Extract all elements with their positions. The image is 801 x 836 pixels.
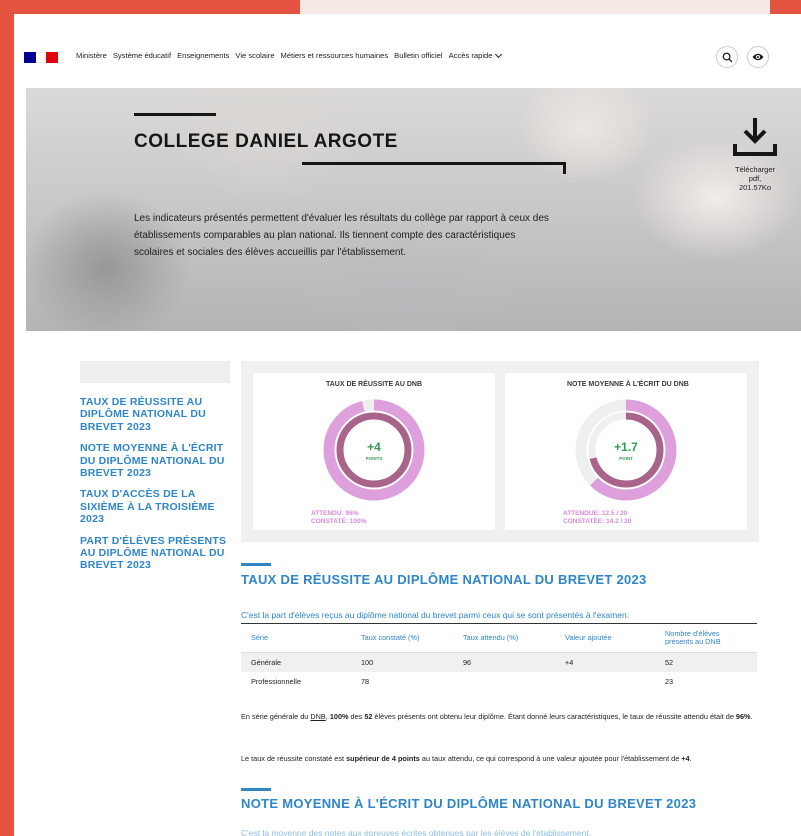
card-expected: ATTENDUE: 12.5 / 20 xyxy=(563,510,628,517)
section-accent-bar xyxy=(241,788,271,791)
table-header: Taux attendu (%) xyxy=(453,623,555,653)
table-header: Série xyxy=(241,623,351,653)
table-row: Générale 100 96 +4 52 xyxy=(241,652,757,672)
sidebar-nav: TAUX DE RÉUSSITE AU DIPLÔME NATIONAL DU … xyxy=(80,396,230,581)
card-title: TAUX DE RÉUSSITE AU DNB xyxy=(325,381,423,388)
table-row: Professionnelle 78 23 xyxy=(241,671,757,691)
table-cell xyxy=(453,672,555,691)
table-cell: 100 xyxy=(361,657,374,667)
menu-item-acces-rapide-label: Accès rapide xyxy=(448,51,493,60)
card-unit: POINTS xyxy=(366,456,383,461)
table-header: Nombre d'élèves présents au DNB xyxy=(655,623,757,653)
top-navigation: Ministère Système éducatif Enseignements… xyxy=(14,14,801,88)
display-settings-button[interactable] xyxy=(747,46,769,68)
card-observed: CONSTATÉ: 100% xyxy=(311,517,367,525)
donut-chart: +4 POINTS xyxy=(323,399,425,501)
frame-left-inner xyxy=(14,88,26,836)
sidebar-header xyxy=(80,361,230,383)
card-footer: ATTENDU: 96% CONSTATÉ: 100% xyxy=(311,510,366,525)
menu-item-vie-scolaire[interactable]: Vie scolaire xyxy=(235,51,274,60)
eye-icon xyxy=(752,53,764,61)
hero-banner: COLLEGE DANIEL ARGOTE Les indicateurs pr… xyxy=(26,88,801,331)
table-cell: +4 xyxy=(565,657,574,667)
hero-description: Les indicateurs présentés permettent d'é… xyxy=(134,213,549,258)
menu-item-enseignements[interactable]: Enseignements xyxy=(177,51,229,60)
section-title-taux-reussite: TAUX DE RÉUSSITE AU DIPLÔME NATIONAL DU … xyxy=(241,572,647,587)
download-size: 201.57Ko xyxy=(738,183,772,192)
frame-left xyxy=(0,14,14,836)
table-cell: Générale xyxy=(251,657,282,667)
table-header: Taux constaté (%) xyxy=(351,623,453,653)
explanation-paragraph: En série générale du DNB, 100% des 52 él… xyxy=(241,712,753,721)
download-icon xyxy=(733,118,777,156)
sidebar-item-note-moyenne[interactable]: NOTE MOYENNE À L'ÉCRIT DU DIPLÔME NATION… xyxy=(80,442,230,479)
card-expected: ATTENDU: 96% xyxy=(311,510,359,517)
menu-item-ministere[interactable]: Ministère xyxy=(76,51,107,60)
main-menu: Ministère Système éducatif Enseignements… xyxy=(76,50,503,60)
menu-item-bulletin-officiel[interactable]: Bulletin officiel xyxy=(394,51,442,60)
indicator-card-dnb-average: NOTE MOYENNE À L'ÉCRIT DU DNB +1.7 POINT… xyxy=(505,373,747,530)
table-header-row: Série Taux constaté (%) Taux attendu (%)… xyxy=(241,623,757,653)
card-observed: CONSTATÉE: 14.2 / 20 xyxy=(563,517,632,525)
download-label: Télécharger xyxy=(734,165,776,174)
table-cell: 96 xyxy=(463,657,472,667)
section-title-note-moyenne: NOTE MOYENNE À L'ÉCRIT DU DIPLÔME NATION… xyxy=(241,796,697,811)
card-value: +4 xyxy=(367,440,381,454)
card-title: NOTE MOYENNE À L'ÉCRIT DU DNB xyxy=(567,381,689,388)
card-unit: POINT xyxy=(619,456,633,461)
menu-item-acces-rapide[interactable]: Accès rapide xyxy=(448,50,503,60)
indicator-card-dnb-rate: TAUX DE RÉUSSITE AU DNB +4 POINTS ATTEND… xyxy=(253,373,495,530)
search-icon xyxy=(722,52,732,62)
section-intro: C'est la moyenne des notes aux épreuves … xyxy=(241,828,592,836)
table-cell: 78 xyxy=(361,676,370,686)
menu-item-systeme-educatif[interactable]: Système éducatif xyxy=(113,51,171,60)
hero-decoration-line xyxy=(302,162,566,165)
table-cell xyxy=(555,672,655,691)
table-cell: 23 xyxy=(665,676,674,686)
hero-decoration-tick xyxy=(563,162,566,174)
hero-decoration-line xyxy=(134,113,216,116)
download-pdf-link[interactable]: Télécharger pdf, 201.57Ko xyxy=(720,116,790,192)
menu-item-metiers[interactable]: Métiers et ressources humaines xyxy=(281,51,389,60)
page-title: COLLEGE DANIEL ARGOTE xyxy=(134,131,398,152)
frame-notch xyxy=(300,0,770,14)
results-table: Série Taux constaté (%) Taux attendu (%)… xyxy=(241,623,757,691)
section-accent-bar xyxy=(241,563,271,566)
sidebar-item-taux-acces[interactable]: TAUX D'ACCÈS DE LA SIXIÈME À LA TROISIÈM… xyxy=(80,488,230,525)
table-cell: Professionnelle xyxy=(251,676,301,686)
sidebar-item-taux-reussite[interactable]: TAUX DE RÉUSSITE AU DIPLÔME NATIONAL DU … xyxy=(80,396,230,433)
chevron-down-icon xyxy=(495,50,503,59)
sidebar-item-part-eleves[interactable]: PART D'ÉLÈVES PRÉSENTS AU DIPLÔME NATION… xyxy=(80,535,230,572)
search-button[interactable] xyxy=(716,46,738,68)
card-value: +1.7 xyxy=(614,440,638,454)
table-header: Valeur ajoutée xyxy=(555,623,655,653)
card-footer: ATTENDUE: 12.5 / 20 CONSTATÉE: 14.2 / 20 xyxy=(563,510,631,525)
dnb-glossary-link[interactable]: DNB xyxy=(310,712,325,721)
value-added-paragraph: Le taux de réussite constaté est supérie… xyxy=(241,754,692,763)
donut-chart: +1.7 POINT xyxy=(575,399,677,501)
download-format: pdf, xyxy=(748,174,762,183)
table-cell: 52 xyxy=(665,657,674,667)
section-intro: C'est la part d'élèves reçus au diplôme … xyxy=(241,610,630,620)
republic-logo[interactable] xyxy=(24,52,58,63)
